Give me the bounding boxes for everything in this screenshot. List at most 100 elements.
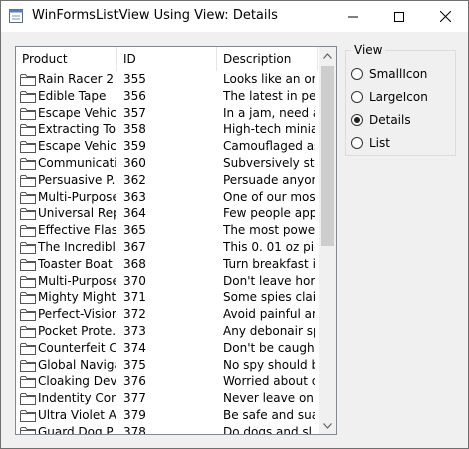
list-item[interactable]: Escape Vehic... 359 Camouflaged as ... — [16, 138, 318, 155]
column-header-id[interactable]: ID — [117, 47, 217, 71]
product-name: Mighty Mighty... — [38, 290, 116, 305]
list-item[interactable]: Rain Racer 2 355 Looks like an or... — [16, 71, 318, 88]
cell-description: Never leave on ... — [223, 391, 315, 406]
minimize-button[interactable] — [330, 1, 376, 32]
folder-icon — [20, 107, 36, 120]
product-name: Indentity Conf... — [38, 391, 116, 406]
cell-id: 375 — [123, 357, 146, 372]
cell-description: Subversively sta... — [223, 155, 315, 170]
cell-id: 377 — [123, 391, 146, 406]
product-name: The Incredibl... — [38, 239, 116, 254]
close-icon — [439, 11, 451, 22]
product-listview[interactable]: Product ID Description Rain Racer 2 355 Lo… — [15, 46, 337, 435]
cell-description: No spy should b... — [223, 357, 315, 372]
folder-icon — [20, 325, 36, 338]
cell-description: Any debonair sp... — [223, 323, 315, 338]
folder-icon — [20, 90, 36, 103]
list-item[interactable]: The Incredibl... 367 This 0. 01 oz pie... — [16, 239, 318, 256]
folder-icon — [20, 157, 36, 170]
folder-icon — [20, 409, 36, 422]
radio-largeicon[interactable]: LargeIcon — [351, 90, 428, 104]
scroll-down-button[interactable] — [319, 417, 336, 434]
radio-list[interactable]: List — [351, 136, 390, 150]
close-button[interactable] — [422, 1, 468, 32]
folder-icon — [20, 191, 36, 204]
app-window: WinFormsListView Using View: Details Pro… — [0, 0, 469, 449]
product-name: Guard Dog P... — [38, 424, 116, 435]
cell-id: 365 — [123, 223, 146, 238]
radio-dot — [354, 117, 360, 123]
radio-circle-selected — [351, 114, 363, 126]
list-item[interactable]: Edible Tape 356 The latest in per... — [16, 88, 318, 105]
list-item[interactable]: Ultra Violet Att... 379 Be safe and sua... — [16, 407, 318, 424]
product-name: Edible Tape — [38, 88, 107, 103]
folder-icon — [20, 241, 36, 254]
list-item[interactable]: Perfect-Vision... 372 Avoid painful an... — [16, 306, 318, 323]
list-item[interactable]: Counterfeit Cr... 374 Don't be caught ... — [16, 340, 318, 357]
column-header-product[interactable]: Product — [16, 47, 117, 71]
folder-icon — [20, 393, 36, 406]
cell-id: 368 — [123, 256, 146, 271]
cell-description: In a jam, need a ... — [223, 105, 315, 120]
cell-product: Persuasive P... — [20, 172, 116, 189]
title-bar[interactable]: WinFormsListView Using View: Details — [1, 1, 468, 32]
cell-product: Guard Dog P... — [20, 424, 116, 435]
cell-id: 370 — [123, 273, 146, 288]
folder-icon — [20, 124, 36, 137]
radio-label: List — [369, 136, 390, 150]
folder-icon — [20, 258, 36, 271]
cell-id: 357 — [123, 105, 146, 120]
list-item[interactable]: Mighty Mighty... 371 Some spies clai... — [16, 289, 318, 306]
cell-id: 374 — [123, 340, 146, 355]
product-name: Counterfeit Cr... — [38, 340, 116, 355]
list-item[interactable]: Universal Rep... 364 Few people appr... — [16, 205, 318, 222]
folder-icon — [20, 275, 36, 288]
radio-smallicon[interactable]: SmallIcon — [351, 67, 427, 81]
scrollbar-thumb[interactable] — [321, 66, 334, 246]
product-name: Multi-Purpose ... — [38, 273, 116, 288]
list-item[interactable]: Pocket Prote... 373 Any debonair sp... — [16, 323, 318, 340]
cell-product: Counterfeit Cr... — [20, 340, 116, 357]
list-item[interactable]: Guard Dog P... 378 Do dogs and sl... — [16, 424, 318, 435]
cell-description: Camouflaged as ... — [223, 139, 315, 154]
cell-id: 359 — [123, 139, 146, 154]
list-item[interactable]: Effective Flas... 365 The most powerf... — [16, 222, 318, 239]
cell-id: 360 — [123, 155, 146, 170]
cell-product: Pocket Prote... — [20, 323, 116, 340]
cell-id: 364 — [123, 206, 146, 221]
cell-product: Ultra Violet Att... — [20, 407, 116, 424]
cell-description: Looks like an or... — [223, 72, 315, 86]
product-name: Ultra Violet Att... — [38, 407, 116, 422]
listview-header: Product ID Description — [16, 47, 318, 71]
cell-description: The latest in per... — [223, 88, 315, 103]
list-item[interactable]: Cloaking Devi 376 Worried about d... — [16, 373, 318, 390]
maximize-button[interactable] — [376, 1, 422, 32]
list-item[interactable]: Escape Vehic... 357 In a jam, need a ... — [16, 105, 318, 122]
list-item[interactable]: Global Naviga... 375 No spy should b... — [16, 357, 318, 374]
folder-icon — [20, 359, 36, 372]
list-item[interactable]: Extracting Tool 358 High-tech miniat... — [16, 121, 318, 138]
folder-icon — [20, 208, 36, 221]
cell-product: Effective Flas... — [20, 222, 116, 239]
scroll-up-button[interactable] — [319, 47, 336, 64]
cell-id: 355 — [123, 72, 146, 86]
radio-details[interactable]: Details — [351, 113, 411, 127]
column-header-description[interactable]: Description — [217, 47, 318, 71]
list-item[interactable]: Indentity Conf... 377 Never leave on ... — [16, 390, 318, 407]
radio-circle — [351, 91, 363, 103]
cell-description: Don't be caught ... — [223, 340, 315, 355]
listview-rows: Rain Racer 2 355 Looks like an or... Edible… — [16, 71, 318, 435]
cell-product: Rain Racer 2 — [20, 71, 116, 88]
list-item[interactable]: Multi-Purpose ... 363 One of our most ... — [16, 189, 318, 206]
list-item[interactable]: Toaster Boat 368 Turn breakfast i... — [16, 256, 318, 273]
vertical-scrollbar[interactable] — [319, 47, 336, 434]
cell-id: 363 — [123, 189, 146, 204]
cell-product: Indentity Conf... — [20, 390, 116, 407]
folder-icon — [20, 426, 36, 434]
list-item[interactable]: Multi-Purpose ... 370 Don't leave hom... — [16, 273, 318, 290]
list-item[interactable]: Communicatio... 360 Subversively sta... — [16, 155, 318, 172]
product-name: Persuasive P... — [38, 172, 116, 187]
chevron-up-icon — [323, 52, 332, 59]
folder-icon — [20, 376, 36, 389]
list-item[interactable]: Persuasive P... 362 Persuade anyon... — [16, 172, 318, 189]
